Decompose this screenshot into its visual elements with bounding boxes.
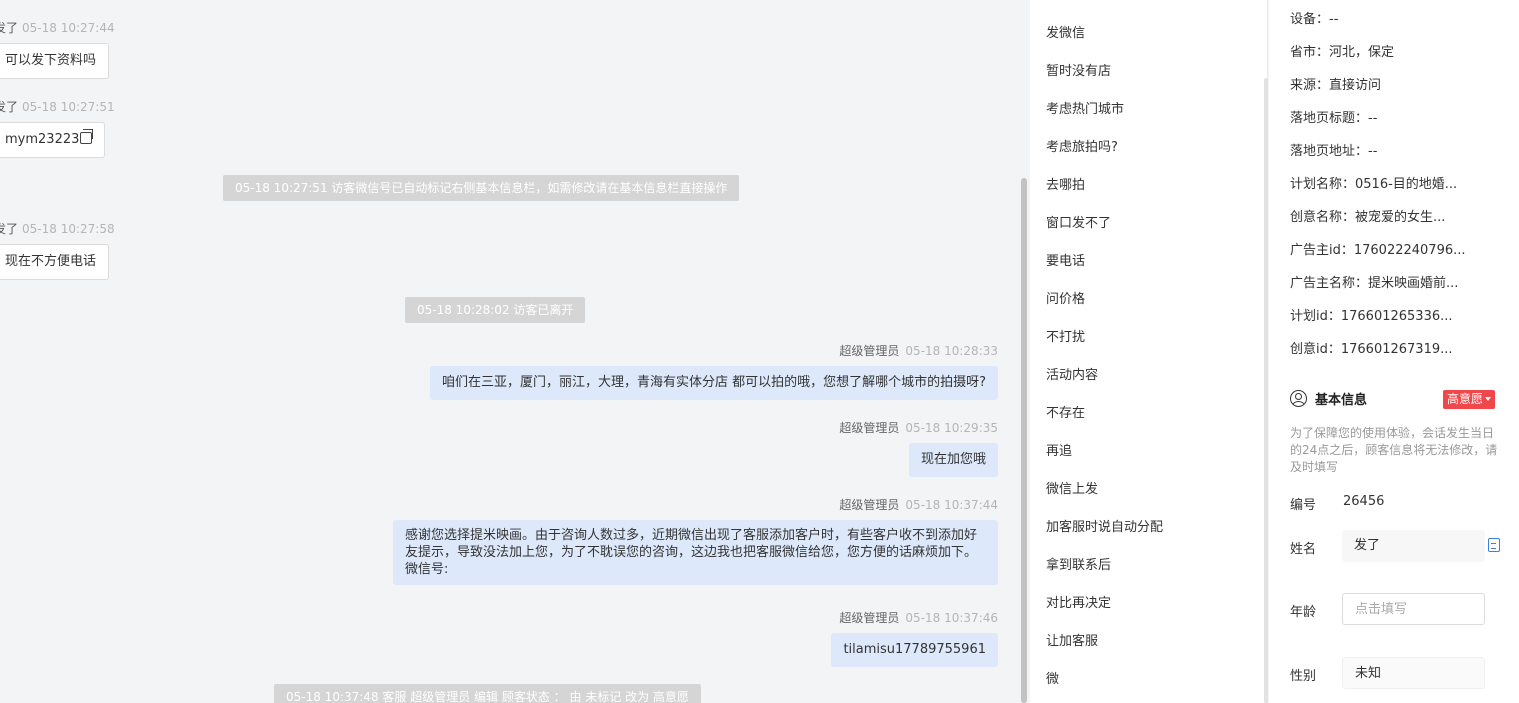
message-time: 05-18 10:29:35 [905,421,998,435]
agent-message-bubble: 感谢您选择提米映画。由于咨询人数过多，近期微信出现了客服添加客户时，有些客户收不… [393,520,998,585]
message-time: 05-18 10:27:58 [22,222,115,236]
message-text: 感谢您选择提米映画。由于咨询人数过多，近期微信出现了客服添加客户时，有些客户收不… [405,528,978,577]
quick-reply-item[interactable]: 暂时没有店 [1046,60,1111,79]
info-landing-title: 落地页标题：-- [1290,111,1378,126]
agent-message-meta: 超级管理员 05-18 10:37:46 [839,609,998,626]
quick-reply-item[interactable]: 问价格 [1046,288,1085,307]
info-device: 设备：-- [1290,12,1339,27]
quick-reply-item[interactable]: 不存在 [1046,402,1085,421]
visitor-message-meta: 发了 05-18 10:27:51 [0,98,115,115]
info-plan-name: 计划名称：0516-目的地婚... [1290,177,1458,192]
gender-value: 未知 [1355,666,1382,681]
section-title: 基本信息 [1315,393,1368,408]
quick-reply-item[interactable]: 活动内容 [1046,364,1098,383]
visitor-message-meta: 发了 05-18 10:27:44 [0,19,115,36]
chat-scrollbar[interactable] [1021,178,1027,703]
visitor-name: 发了 [0,100,19,114]
quick-reply-item[interactable]: 发微信 [1046,22,1085,41]
info-creative-id: 创意id：176601267319... [1290,342,1453,357]
caret-down-icon [1485,397,1492,401]
intent-status-label: 高意愿 [1447,392,1484,406]
quick-reply-item[interactable]: 考虑旅拍吗? [1046,136,1118,155]
visitor-message-meta: 发了 05-18 10:27:58 [0,220,115,237]
message-text: 现在不方便电话 [5,254,97,269]
quick-reply-item[interactable]: 微 [1046,668,1059,687]
system-message: 05-18 10:28:02 访客已离开 [405,297,586,323]
visitor-name: 发了 [0,222,19,236]
id-value: 26456 [1343,494,1385,509]
quick-reply-item[interactable]: 微信上发 [1046,478,1098,497]
quick-reply-item[interactable]: 考虑热门城市 [1046,98,1124,117]
gender-label: 性别 [1290,669,1317,684]
agent-name: 超级管理员 [839,498,900,512]
agent-message-meta: 超级管理员 05-18 10:37:44 [839,496,998,513]
agent-name: 超级管理员 [839,344,900,358]
gender-select[interactable]: 未知 [1342,657,1485,689]
visitor-message-bubble: 现在不方便电话 [0,244,110,280]
info-source: 来源：直接访问 [1290,78,1382,93]
message-text: tilamisu17789755961 [843,642,986,657]
quick-reply-item[interactable]: 拿到联系后 [1046,554,1111,573]
message-time: 05-18 10:37:44 [905,498,998,512]
intent-status-dropdown[interactable]: 高意愿 [1443,390,1496,409]
agent-message-bubble: tilamisu17789755961 [831,633,998,667]
info-advertiser-id: 广告主id：176022240796... [1290,243,1466,258]
age-field[interactable]: 点击填写 [1342,593,1485,625]
quick-reply-panel: 发微信 暂时没有店 考虑热门城市 考虑旅拍吗? 去哪拍 窗口发不了 要电话 问价… [1030,0,1268,703]
system-message: 05-18 10:37:48 客服 超级管理员 编辑 顾客状态 ： 由 未标记 … [274,684,701,703]
quick-reply-item[interactable]: 再追 [1046,440,1072,459]
name-field[interactable]: 发了 [1342,530,1485,562]
agent-name: 超级管理员 [839,421,900,435]
visitor-info-panel: 设备：-- 省市：河北，保定 来源：直接访问 落地页标题：-- 落地页地址：--… [1269,0,1519,703]
visitor-message-bubble: mym23223 [0,122,106,158]
quick-reply-item[interactable]: 窗口发不了 [1046,212,1111,231]
quick-reply-item[interactable]: 要电话 [1046,250,1085,269]
message-text: 可以发下资料吗 [5,53,97,68]
id-label: 编号 [1290,498,1317,513]
agent-message-bubble: 现在加您哦 [908,443,998,477]
message-text: 咱们在三亚，厦门，丽江，大理，青海有实体分店 都可以拍的哦，您想了解哪个城市的拍… [441,375,986,390]
quick-reply-item[interactable]: 不打扰 [1046,326,1085,345]
agent-message-meta: 超级管理员 05-18 10:29:35 [839,419,998,436]
visitor-name: 发了 [0,21,19,35]
message-text: 现在加您哦 [920,452,986,467]
age-placeholder: 点击填写 [1355,602,1408,617]
quick-reply-item[interactable]: 去哪拍 [1046,174,1085,193]
name-value: 发了 [1354,538,1381,553]
message-time: 05-18 10:27:51 [22,100,115,114]
copy-document-icon[interactable] [1488,538,1500,552]
message-time: 05-18 10:28:33 [905,344,998,358]
quick-reply-item[interactable]: 加客服时说自动分配 [1046,516,1163,535]
age-label: 年龄 [1290,605,1317,620]
info-creative-name: 创意名称：被宠爱的女生... [1290,210,1446,225]
agent-message-bubble: 咱们在三亚，厦门，丽江，大理，青海有实体分店 都可以拍的哦，您想了解哪个城市的拍… [429,366,998,400]
system-message: 05-18 10:27:51 访客微信号已自动标记右侧基本信息栏，如需修改请在基… [223,175,740,201]
quick-reply-scrollbar[interactable] [1264,78,1268,703]
quick-reply-item[interactable]: 对比再决定 [1046,592,1111,611]
message-time: 05-18 10:27:44 [22,21,115,35]
message-time: 05-18 10:37:46 [905,611,998,625]
info-region: 省市：河北，保定 [1290,45,1395,60]
chat-panel: 发了 05-18 10:27:44 可以发下资料吗 发了 05-18 10:27:5… [0,0,1030,703]
info-advertiser-name: 广告主名称：提米映画婚前... [1290,276,1459,291]
info-landing-url: 落地页地址：-- [1290,144,1378,159]
name-label: 姓名 [1290,542,1317,557]
copy-icon[interactable] [80,129,94,144]
message-text: mym23223 [5,132,80,147]
info-plan-id: 计划id：176601265336... [1290,309,1453,324]
quick-reply-item[interactable]: 让加客服 [1046,630,1098,649]
basic-info-header: 基本信息 [1290,389,1367,408]
visitor-message-bubble: 可以发下资料吗 [0,43,110,79]
user-circle-icon [1290,390,1307,407]
agent-message-meta: 超级管理员 05-18 10:28:33 [839,342,998,359]
edit-notice: 为了保障您的使用体验，会话发生当日的24点之后，顾客信息将无法修改，请及时填写 [1290,426,1498,474]
agent-name: 超级管理员 [839,611,900,625]
